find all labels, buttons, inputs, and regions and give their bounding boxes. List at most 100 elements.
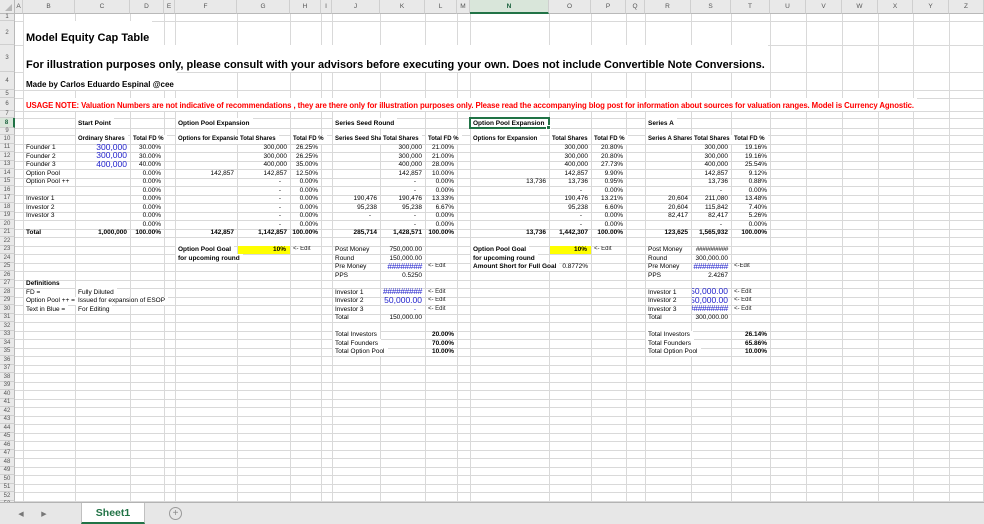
cell-H21[interactable]: 100.00% [291, 229, 321, 238]
cell-K18[interactable]: 95,238 [381, 203, 425, 212]
cell-C11[interactable]: 300,000 [76, 144, 130, 153]
cell-K29[interactable]: 50,000.00 [381, 297, 425, 306]
row-header-17[interactable]: 17 [0, 194, 15, 203]
cell-P21[interactable]: 100.00% [592, 229, 626, 238]
cell-S30[interactable]: ######### [692, 305, 731, 314]
row-header-22[interactable]: 22 [0, 237, 15, 246]
row-header-14[interactable]: 14 [0, 169, 15, 178]
cell-S31[interactable]: 300,000.00 [692, 314, 731, 323]
cell-K11[interactable]: 300,000 [381, 144, 425, 153]
cell-J17[interactable]: 190,476 [333, 195, 380, 204]
row-header-9[interactable]: 9 [0, 128, 15, 135]
col-header-Q[interactable]: Q [626, 0, 645, 14]
cell-S25[interactable]: ######## [692, 263, 731, 272]
cell-T30[interactable]: <- Edit [732, 305, 770, 314]
row-header-6[interactable]: 6 [0, 98, 15, 111]
cell-K10[interactable]: Total Shares [381, 135, 422, 144]
cell-S10[interactable]: Total Shares [692, 135, 733, 144]
row-header-51[interactable]: 51 [0, 483, 15, 492]
cell-B29[interactable]: Option Pool ++ = [24, 296, 78, 305]
cell-G15[interactable]: - [238, 178, 290, 187]
cell-R28[interactable]: Investor 1 [646, 288, 691, 297]
col-header-I[interactable]: I [321, 0, 332, 14]
cell-D10[interactable]: Total FD % [131, 135, 167, 144]
cell-G23[interactable]: 10% [238, 245, 290, 254]
cell-J25[interactable]: Pre Money [333, 263, 380, 272]
row-header-40[interactable]: 40 [0, 390, 15, 399]
cell-D14[interactable]: 0.00% [131, 169, 164, 178]
cell-R34[interactable]: Total Founders [646, 339, 694, 348]
cell-S18[interactable]: 115,842 [692, 203, 731, 212]
cell-N23[interactable]: Option Pool Goal [471, 245, 530, 254]
col-header-X[interactable]: X [878, 0, 913, 14]
col-header-P[interactable]: P [591, 0, 626, 14]
col-header-K[interactable]: K [380, 0, 425, 14]
cell-C29[interactable]: Issued for expansion of ESOP [76, 296, 169, 305]
cell-K14[interactable]: 142,857 [381, 169, 425, 178]
cell-T13[interactable]: 25.54% [732, 161, 770, 170]
cell-H19[interactable]: 0.00% [291, 212, 321, 221]
col-header-U[interactable]: U [770, 0, 806, 14]
cell-B4[interactable]: Made by Carlos Eduardo Espinal @cee [24, 72, 177, 90]
cell-T33[interactable]: 26.14% [732, 331, 770, 340]
cell-J19[interactable]: - [333, 212, 380, 221]
cell-O12[interactable]: 300,000 [550, 152, 591, 161]
cell-L13[interactable]: 28.00% [426, 161, 457, 170]
row-header-21[interactable]: 21 [0, 228, 15, 237]
cell-P18[interactable]: 6.60% [592, 203, 626, 212]
cell-L15[interactable]: 0.00% [426, 178, 457, 187]
cell-H13[interactable]: 35.00% [291, 161, 321, 170]
row-header-50[interactable]: 50 [0, 475, 15, 484]
cell-N21[interactable]: 13,736 [471, 229, 549, 238]
row-header-18[interactable]: 18 [0, 203, 15, 212]
cell-R19[interactable]: 82,417 [646, 212, 691, 221]
cell-J30[interactable]: Investor 3 [333, 305, 380, 314]
cell-T16[interactable]: 0.00% [732, 186, 770, 195]
cell-P17[interactable]: 13.21% [592, 195, 626, 204]
cell-R35[interactable]: Total Option Pool [646, 347, 701, 356]
cell-K21[interactable]: 1,428,571 [381, 229, 425, 238]
cell-B30[interactable]: Text in Blue = [24, 305, 69, 314]
cell-K12[interactable]: 300,000 [381, 152, 425, 161]
cell-G10[interactable]: Total Shares [238, 135, 279, 144]
cell-N25[interactable]: Amount Short for Full Goal [471, 262, 560, 271]
cell-L12[interactable]: 21.00% [426, 152, 457, 161]
cell-J26[interactable]: PPS [333, 271, 380, 280]
cell-K24[interactable]: 150,000.00 [381, 254, 425, 263]
cell-J33[interactable]: Total Investors [333, 330, 380, 339]
cell-O13[interactable]: 400,000 [550, 161, 591, 170]
cell-N24[interactable]: for upcoming round [471, 254, 538, 263]
select-all-corner[interactable] [0, 0, 15, 14]
cell-S15[interactable]: 13,736 [692, 178, 731, 187]
cell-H17[interactable]: 0.00% [291, 195, 321, 204]
cell-H15[interactable]: 0.00% [291, 178, 321, 187]
cell-O21[interactable]: 1,442,307 [550, 229, 591, 238]
cell-P11[interactable]: 20.80% [592, 144, 626, 153]
cell-C30[interactable]: For Editing [76, 305, 113, 314]
col-header-Z[interactable]: Z [949, 0, 984, 14]
cell-D18[interactable]: 0.00% [131, 203, 164, 212]
cell-H11[interactable]: 26.25% [291, 144, 321, 153]
cell-T14[interactable]: 9.12% [732, 169, 770, 178]
cell-D12[interactable]: 30.00% [131, 152, 164, 161]
cell-R23[interactable]: Post Money [646, 246, 691, 255]
sheet-nav-right-icon[interactable]: ▶ [37, 507, 51, 521]
col-header-O[interactable]: O [549, 0, 591, 14]
cell-H20[interactable]: 0.00% [291, 220, 321, 229]
cell-D15[interactable]: 0.00% [131, 178, 164, 187]
cell-F10[interactable]: Options for Expansion [176, 135, 246, 144]
col-header-D[interactable]: D [130, 0, 164, 14]
row-header-25[interactable]: 25 [0, 262, 15, 271]
row-header-35[interactable]: 35 [0, 347, 15, 356]
cell-G20[interactable]: - [238, 220, 290, 229]
cell-H14[interactable]: 12.50% [291, 169, 321, 178]
cell-J18[interactable]: 95,238 [333, 203, 380, 212]
cell-K16[interactable]: - [381, 186, 425, 195]
cell-D13[interactable]: 40.00% [131, 161, 164, 170]
cell-K17[interactable]: 190,476 [381, 195, 425, 204]
row-header-45[interactable]: 45 [0, 432, 15, 441]
cell-T18[interactable]: 7.40% [732, 203, 770, 212]
cell-S16[interactable]: - [692, 186, 731, 195]
cell-O20[interactable]: - [550, 220, 591, 229]
cell-R25[interactable]: Pre Money [646, 263, 691, 272]
